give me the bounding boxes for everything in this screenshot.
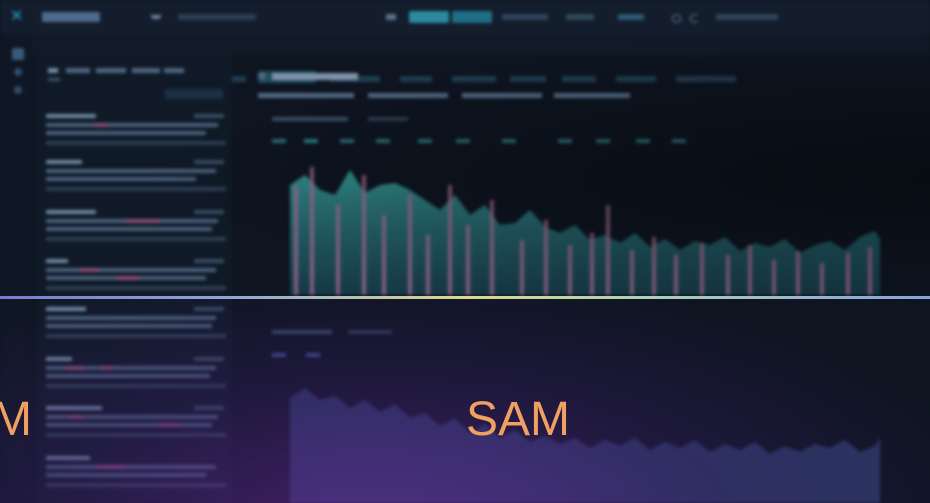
top-bar: ✕ bbox=[0, 0, 930, 34]
list-item[interactable] bbox=[46, 306, 226, 350]
date-range[interactable] bbox=[502, 14, 548, 20]
filter-chip[interactable] bbox=[510, 76, 546, 82]
x-logo-icon[interactable]: ✕ bbox=[10, 9, 26, 25]
feed-tabs[interactable] bbox=[48, 68, 198, 73]
filter-chip[interactable] bbox=[400, 76, 432, 82]
sam-label-left: M bbox=[0, 393, 32, 446]
list-item[interactable] bbox=[46, 113, 226, 157]
y-axis-ticks bbox=[270, 166, 284, 276]
feed-filter-button[interactable] bbox=[165, 89, 223, 99]
bottom-chart bbox=[290, 388, 880, 503]
chart2-subtitle bbox=[272, 330, 392, 334]
range-label bbox=[386, 14, 396, 20]
chart2-legend bbox=[272, 352, 342, 357]
stats-row bbox=[258, 93, 630, 98]
page-title bbox=[258, 72, 358, 80]
export-pill[interactable] bbox=[452, 11, 492, 23]
list-item[interactable] bbox=[46, 356, 226, 400]
period-selector[interactable] bbox=[178, 14, 256, 20]
sam-label-center: SAM bbox=[466, 393, 571, 446]
blurred-dashboard: ✕ bbox=[0, 0, 930, 503]
list-item[interactable] bbox=[46, 405, 226, 449]
tz-selector[interactable] bbox=[566, 14, 594, 20]
list-item[interactable] bbox=[46, 159, 226, 203]
split-divider[interactable] bbox=[0, 296, 930, 299]
rail-icon[interactable] bbox=[12, 48, 24, 60]
rail-icon[interactable] bbox=[14, 68, 22, 76]
account-selector[interactable] bbox=[42, 12, 100, 22]
filter-chip[interactable] bbox=[676, 76, 736, 82]
chart-legend bbox=[272, 138, 722, 144]
filter-chip[interactable] bbox=[616, 76, 656, 82]
user-menu[interactable] bbox=[716, 14, 778, 20]
rail-icon[interactable] bbox=[14, 86, 22, 94]
refresh-icon[interactable] bbox=[690, 14, 699, 23]
compare-toggle[interactable] bbox=[618, 14, 644, 20]
filter-chip[interactable] bbox=[562, 76, 596, 82]
list-item[interactable] bbox=[46, 455, 226, 499]
list-item[interactable] bbox=[46, 209, 226, 253]
chevron-down-icon bbox=[150, 15, 162, 25]
filter-chip[interactable] bbox=[452, 76, 496, 82]
feed-sort[interactable] bbox=[48, 78, 60, 81]
search-icon[interactable] bbox=[672, 14, 681, 23]
chart-subtitle bbox=[272, 117, 408, 121]
filter-bar bbox=[0, 34, 930, 83]
active-range-pill[interactable] bbox=[409, 11, 449, 23]
top-chart bbox=[290, 167, 880, 295]
